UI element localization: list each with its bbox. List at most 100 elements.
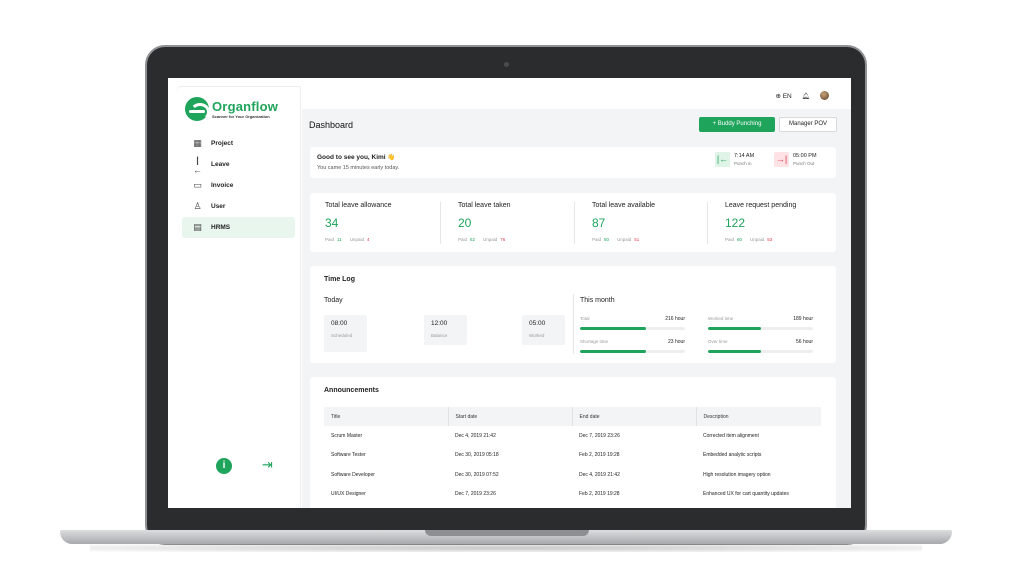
avatar[interactable] bbox=[820, 91, 829, 100]
buddy-punching-button[interactable]: + Buddy Punching bbox=[699, 117, 775, 132]
paid-label: Paid bbox=[725, 237, 735, 242]
stat-divider bbox=[707, 202, 708, 244]
table-cell: Enhanced UX for cart quantity updates bbox=[703, 491, 789, 498]
metric-progress-fill bbox=[708, 327, 761, 330]
paid-value: 11 bbox=[337, 237, 342, 242]
stat-breakdown: Paid 11 Unpaid 4 bbox=[325, 237, 369, 242]
language-selector[interactable]: ⊕ EN bbox=[775, 92, 791, 100]
punch-out-icon: →| bbox=[774, 152, 789, 167]
table-row[interactable]: UI/UX Designer Dec 7, 2019 23:26 Feb 2, 20… bbox=[324, 485, 821, 505]
scheduled-time: 08:00 bbox=[331, 320, 348, 327]
balance-box: 12:00 Balance bbox=[424, 315, 467, 345]
punch-in-time: 7:14 AM bbox=[734, 152, 755, 159]
punch-in[interactable]: |← 7:14 AM Punch in bbox=[715, 152, 754, 167]
column-header[interactable]: Title bbox=[324, 407, 449, 426]
unpaid-label: Unpaid bbox=[750, 237, 765, 242]
metric-progress-bar bbox=[580, 327, 685, 330]
table-row[interactable]: Scrum Master Dec 4, 2019 21:42 Dec 7, 2019… bbox=[324, 426, 821, 446]
screen: Organflow Scanner for Your Organization … bbox=[168, 78, 851, 508]
laptop-notch bbox=[425, 530, 589, 536]
balance-label: Balance bbox=[431, 333, 448, 338]
manager-pov-button[interactable]: Manager POV bbox=[779, 117, 837, 132]
sidebar-item-invoice[interactable]: ▭ Invoice bbox=[182, 175, 295, 196]
stat-label: Leave request pending bbox=[725, 202, 797, 209]
unpaid-value: 76 bbox=[500, 237, 506, 242]
stat-block: Leave request pending 122 Paid 60 Unpaid 53 bbox=[710, 193, 840, 252]
metric-name: Over time bbox=[708, 339, 728, 344]
paid-label: Paid bbox=[325, 237, 335, 242]
table-cell: Dec 30, 2019 05:18 bbox=[455, 452, 499, 459]
metric-name: Shortage time bbox=[580, 339, 609, 344]
main-content: Dashboard + Buddy Punching Manager POV G… bbox=[302, 109, 851, 508]
stat-label: Total leave taken bbox=[458, 202, 511, 209]
metric-progress-fill bbox=[580, 350, 647, 353]
sidebar-item-label: Project bbox=[211, 140, 234, 147]
metric-progress-fill bbox=[708, 350, 761, 353]
this-month-label: This month bbox=[580, 297, 615, 304]
sidebar-item-leave[interactable]: |← Leave bbox=[182, 154, 295, 175]
stat-value: 20 bbox=[458, 216, 472, 230]
stat-breakdown: Paid 60 Unpaid 53 bbox=[725, 237, 772, 242]
punch-out[interactable]: →| 05:00 PM Punch Out bbox=[774, 152, 817, 167]
stat-value: 34 bbox=[325, 216, 339, 230]
table-cell: Feb 2, 2019 19:28 bbox=[579, 452, 620, 459]
unpaid-label: Unpaid bbox=[483, 237, 498, 242]
sidebar-item-user[interactable]: ♙ User bbox=[182, 196, 295, 217]
unpaid-label: Unpaid bbox=[349, 237, 364, 242]
today-label: Today bbox=[324, 297, 343, 304]
scheduled-label: Scheduled bbox=[331, 333, 353, 338]
brand-name: Organflow bbox=[212, 98, 279, 114]
announcements-title: Announcements bbox=[324, 387, 379, 394]
logo[interactable]: Organflow Scanner for Your Organization bbox=[185, 97, 278, 121]
column-header[interactable]: Description bbox=[696, 407, 821, 426]
table-row[interactable]: Software Developer Dec 30, 2019 07:52 Dec … bbox=[324, 465, 821, 485]
organflow-logo-icon bbox=[185, 97, 210, 121]
paid-value: 62 bbox=[470, 237, 476, 242]
unpaid-value: 4 bbox=[366, 237, 370, 242]
sidebar-item-hrms[interactable]: ▤ HRMS bbox=[182, 217, 295, 238]
sidebar-item-project[interactable]: ▦ Project bbox=[182, 133, 295, 154]
metric-name: Total bbox=[580, 316, 590, 321]
info-icon[interactable]: i bbox=[216, 458, 232, 474]
table-cell: Dec 7, 2019 23:26 bbox=[579, 432, 620, 439]
building-icon: ▦ bbox=[193, 138, 202, 148]
stat-breakdown: Paid 50 Unpaid 51 bbox=[592, 237, 639, 242]
bell-icon[interactable]: 🔔︎ bbox=[802, 92, 810, 100]
stat-label: Total leave available bbox=[592, 202, 656, 209]
camera-dot bbox=[504, 62, 509, 67]
sidebar-item-label: Invoice bbox=[211, 182, 234, 189]
metric-progress-fill bbox=[580, 327, 647, 330]
sidebar-item-label: Leave bbox=[211, 161, 230, 168]
balance-time: 12:00 bbox=[431, 320, 448, 327]
unpaid-value: 53 bbox=[767, 237, 773, 242]
metric-progress-bar bbox=[708, 350, 813, 353]
page-title: Dashboard bbox=[309, 120, 354, 130]
metric-name: Worked time bbox=[708, 316, 734, 321]
metric-value: 216 hour bbox=[665, 316, 685, 322]
column-header[interactable]: End date bbox=[572, 407, 697, 426]
sidebar-item-label: User bbox=[211, 203, 226, 210]
punch-out-time: 05:00 PM bbox=[793, 152, 817, 159]
sidebar: Organflow Scanner for Your Organization … bbox=[176, 86, 301, 508]
unpaid-value: 51 bbox=[634, 237, 640, 242]
greeting-subtitle: You came 15 minutes early today. bbox=[317, 165, 400, 171]
stat-block: Total leave available 87 Paid 50 Unpaid 51 bbox=[577, 193, 707, 252]
brand-tagline: Scanner for Your Organization bbox=[212, 113, 270, 119]
column-header[interactable]: Start date bbox=[448, 407, 573, 426]
stat-divider bbox=[440, 202, 441, 244]
stat-block: Total leave allowance 34 Paid 11 Unpaid 4 bbox=[310, 193, 440, 252]
logout-icon[interactable]: ⇥ bbox=[262, 457, 278, 473]
worked-time: 05:00 bbox=[529, 320, 546, 327]
table-cell: Dec 30, 2019 07:52 bbox=[455, 471, 499, 478]
table-cell: Dec 4, 2019 21:42 bbox=[455, 432, 496, 439]
user-icon: ♙ bbox=[193, 201, 202, 211]
paid-label: Paid bbox=[592, 237, 602, 242]
sidebar-nav: ▦ Project |← Leave ▭ Invoice ♙ User ▤ HRMS bbox=[182, 133, 295, 238]
table-cell: Dec 4, 2019 21:42 bbox=[579, 471, 620, 478]
metric-value: 189 hour bbox=[793, 316, 813, 322]
id-card-icon: ▤ bbox=[193, 222, 202, 232]
table-row[interactable]: Software Tester Dec 30, 2019 05:18 Feb 2, … bbox=[324, 446, 821, 466]
stat-block: Total leave taken 20 Paid 62 Unpaid 76 bbox=[443, 193, 573, 252]
table-cell: Corrected item alignment bbox=[703, 432, 759, 439]
metric-progress-bar bbox=[580, 350, 685, 353]
